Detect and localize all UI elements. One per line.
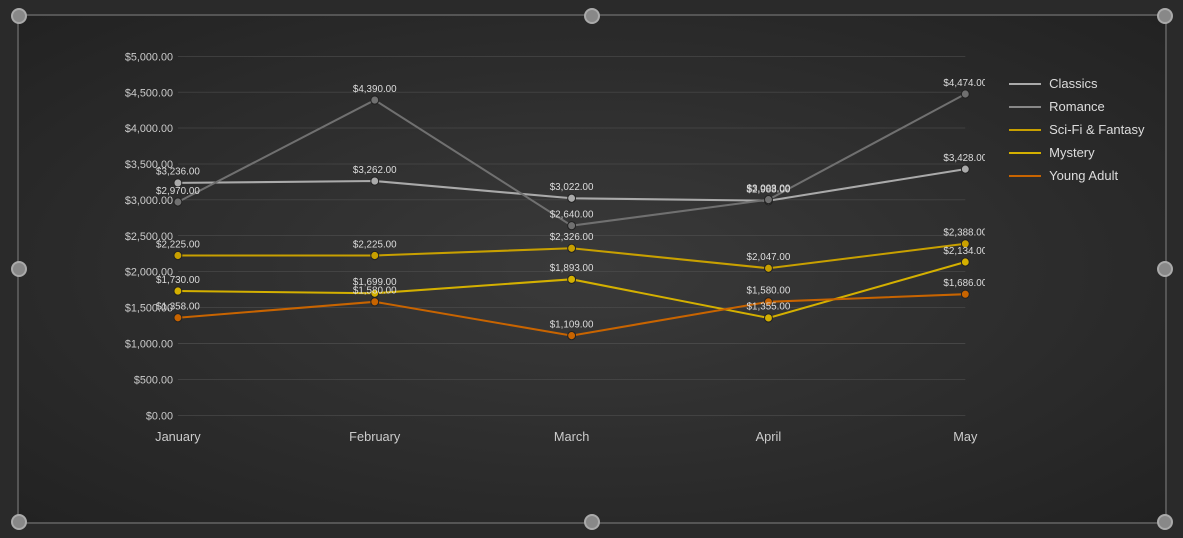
svg-text:$2,326.00: $2,326.00 bbox=[549, 232, 593, 243]
legend: Classics Romance Sci-Fi & Fantasy Myster… bbox=[1009, 76, 1144, 183]
legend-item: Classics bbox=[1009, 76, 1144, 91]
legend-item: Romance bbox=[1009, 99, 1144, 114]
svg-text:$2,970.00: $2,970.00 bbox=[156, 186, 200, 197]
legend-item: Young Adult bbox=[1009, 168, 1144, 183]
svg-text:$3,236.00: $3,236.00 bbox=[156, 167, 200, 178]
svg-text:$2,225.00: $2,225.00 bbox=[352, 239, 396, 250]
svg-text:$3,022.00: $3,022.00 bbox=[549, 182, 593, 193]
svg-text:$3,428.00: $3,428.00 bbox=[943, 153, 985, 164]
corner-mr bbox=[1157, 261, 1173, 277]
svg-text:$2,388.00: $2,388.00 bbox=[943, 227, 985, 238]
svg-text:$4,390.00: $4,390.00 bbox=[352, 84, 396, 95]
svg-text:$1,000.00: $1,000.00 bbox=[124, 338, 172, 350]
legend-item: Mystery bbox=[1009, 145, 1144, 160]
legend-item: Sci-Fi & Fantasy bbox=[1009, 122, 1144, 137]
svg-text:$2,640.00: $2,640.00 bbox=[549, 209, 593, 220]
svg-text:March: March bbox=[553, 429, 588, 444]
svg-text:$1,355.00: $1,355.00 bbox=[746, 302, 790, 313]
svg-text:$3,003.00: $3,003.00 bbox=[746, 183, 790, 194]
svg-text:April: April bbox=[755, 429, 781, 444]
svg-text:$2,134.00: $2,134.00 bbox=[943, 246, 985, 257]
svg-text:$3,262.00: $3,262.00 bbox=[352, 165, 396, 176]
chart-area: $0.00$500.00$1,000.00$1,500.00$2,000.00$… bbox=[109, 46, 1145, 446]
chart-svg: $0.00$500.00$1,000.00$1,500.00$2,000.00$… bbox=[109, 46, 985, 446]
corner-br bbox=[1157, 514, 1173, 530]
svg-text:$4,000.00: $4,000.00 bbox=[124, 123, 172, 135]
svg-text:$1,730.00: $1,730.00 bbox=[156, 275, 200, 286]
svg-text:$5,000.00: $5,000.00 bbox=[124, 51, 172, 63]
corner-tl bbox=[11, 8, 27, 24]
corner-tm bbox=[584, 8, 600, 24]
svg-text:January: January bbox=[155, 429, 201, 444]
corner-bl bbox=[11, 514, 27, 530]
svg-text:$1,893.00: $1,893.00 bbox=[549, 263, 593, 274]
svg-text:$4,474.00: $4,474.00 bbox=[943, 78, 985, 89]
svg-text:$2,225.00: $2,225.00 bbox=[156, 239, 200, 250]
svg-text:$500.00: $500.00 bbox=[133, 374, 172, 386]
svg-text:$0.00: $0.00 bbox=[145, 410, 172, 422]
svg-text:$1,358.00: $1,358.00 bbox=[156, 301, 200, 312]
svg-text:$1,580.00: $1,580.00 bbox=[352, 285, 396, 296]
svg-text:$4,500.00: $4,500.00 bbox=[124, 87, 172, 99]
svg-text:May: May bbox=[953, 429, 978, 444]
svg-text:$1,109.00: $1,109.00 bbox=[549, 319, 593, 330]
corner-tr bbox=[1157, 8, 1173, 24]
svg-text:$2,047.00: $2,047.00 bbox=[746, 252, 790, 263]
svg-text:$1,580.00: $1,580.00 bbox=[746, 285, 790, 296]
svg-text:$1,686.00: $1,686.00 bbox=[943, 278, 985, 289]
corner-ml bbox=[11, 261, 27, 277]
svg-text:February: February bbox=[349, 429, 401, 444]
corner-bm bbox=[584, 514, 600, 530]
chart-container: $0.00$500.00$1,000.00$1,500.00$2,000.00$… bbox=[17, 14, 1167, 524]
